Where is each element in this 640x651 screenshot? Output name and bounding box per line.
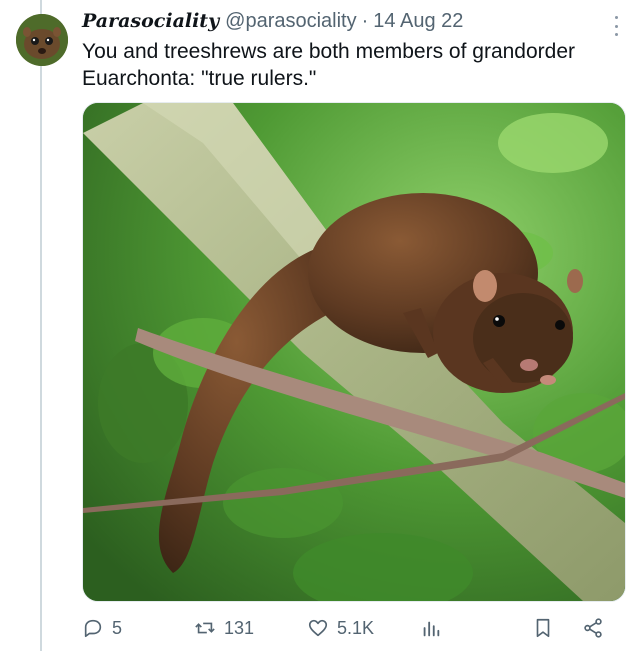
separator-dot: · <box>361 10 369 32</box>
thread-line <box>40 0 42 651</box>
tweet-header: Parasociality @parasociality · 14 Aug 22 <box>82 10 628 36</box>
analytics-icon <box>423 621 440 637</box>
bookmark-button[interactable] <box>532 614 562 642</box>
tweet-date[interactable]: 14 Aug 22 <box>373 10 463 33</box>
display-name[interactable]: Parasociality <box>82 10 219 32</box>
share-button[interactable] <box>582 614 612 642</box>
share-icon <box>584 618 602 638</box>
reply-icon <box>84 619 102 638</box>
repost-button[interactable]: 131 <box>194 614 254 642</box>
heart-icon <box>308 619 328 637</box>
user-handle[interactable]: @parasociality <box>225 10 356 33</box>
tweet-actions: 5 131 5.1K <box>82 614 627 642</box>
treeshrew-photo <box>83 103 625 601</box>
reply-count: 5 <box>112 618 123 638</box>
like-button[interactable]: 5.1K <box>307 614 374 642</box>
tweet-media-image[interactable] <box>82 102 626 602</box>
bookmark-icon <box>536 618 550 638</box>
repost-icon <box>195 622 215 634</box>
more-options-icon[interactable] <box>614 16 618 36</box>
avatar-image <box>16 14 68 66</box>
tweet-text: You and treeshrews are both members of g… <box>82 40 576 90</box>
repost-count: 131 <box>224 618 255 638</box>
avatar[interactable] <box>16 14 68 66</box>
reply-button[interactable]: 5 <box>82 614 122 642</box>
views-button[interactable] <box>420 614 450 642</box>
like-count: 5.1K <box>337 618 375 638</box>
